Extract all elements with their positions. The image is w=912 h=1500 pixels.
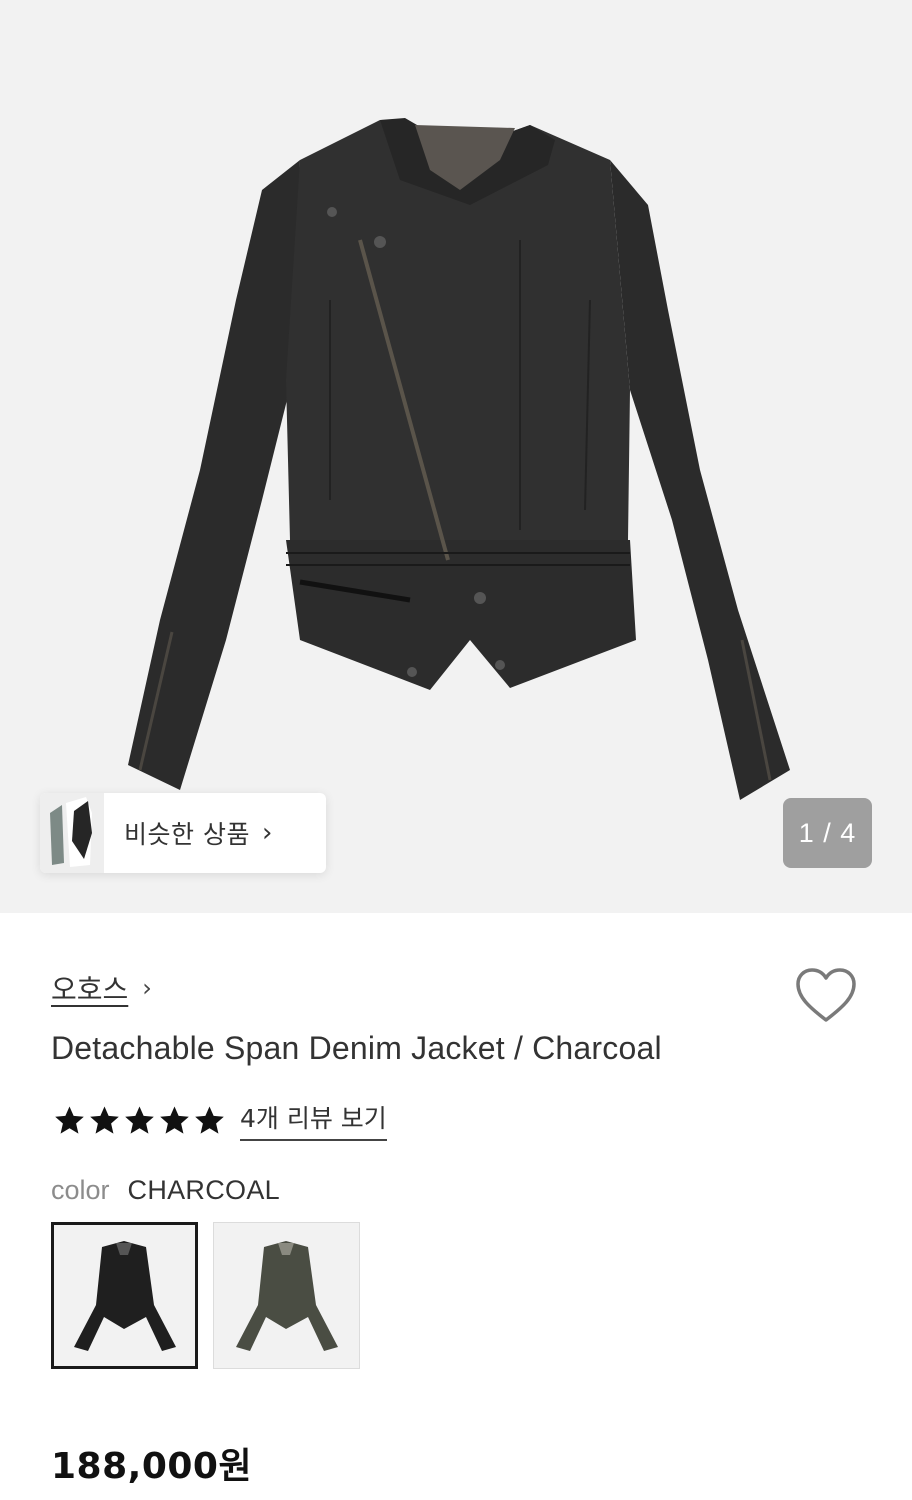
chevron-right-icon: › [142,974,152,1002]
brand-name: 오호스 [51,973,129,1006]
chevron-right-icon: › [261,818,273,848]
star-icon [160,1105,189,1134]
color-label: color [51,1175,110,1205]
color-swatch-charcoal[interactable] [51,1222,198,1369]
similar-products-label: 비슷한 상품 [124,820,250,849]
view-reviews-link[interactable]: 4개 리뷰 보기 [240,1099,387,1141]
star-icon [55,1105,84,1134]
brand-link[interactable]: 오호스 › [51,968,152,1008]
rating-stars [53,1104,226,1137]
image-pager-indicator: 1 / 4 [783,798,872,868]
heart-icon[interactable] [795,967,857,1025]
similar-products-thumbnail [40,793,104,873]
color-option-row: color CHARCOAL [51,1175,280,1206]
product-price: 188,000원 [51,1446,253,1487]
product-image-gallery[interactable]: 비슷한 상품 › 1 / 4 [0,0,912,913]
product-title: Detachable Span Denim Jacket / Charcoal [51,1030,662,1066]
star-icon [195,1105,224,1134]
selected-color-value: CHARCOAL [127,1175,280,1205]
jacket-product-image[interactable] [0,0,912,913]
rating-row: 4개 리뷰 보기 [53,1099,387,1141]
star-icon [90,1105,119,1134]
similar-products-button[interactable]: 비슷한 상품 › [40,793,326,873]
star-icon [125,1105,154,1134]
color-swatch-khaki[interactable] [213,1222,360,1369]
